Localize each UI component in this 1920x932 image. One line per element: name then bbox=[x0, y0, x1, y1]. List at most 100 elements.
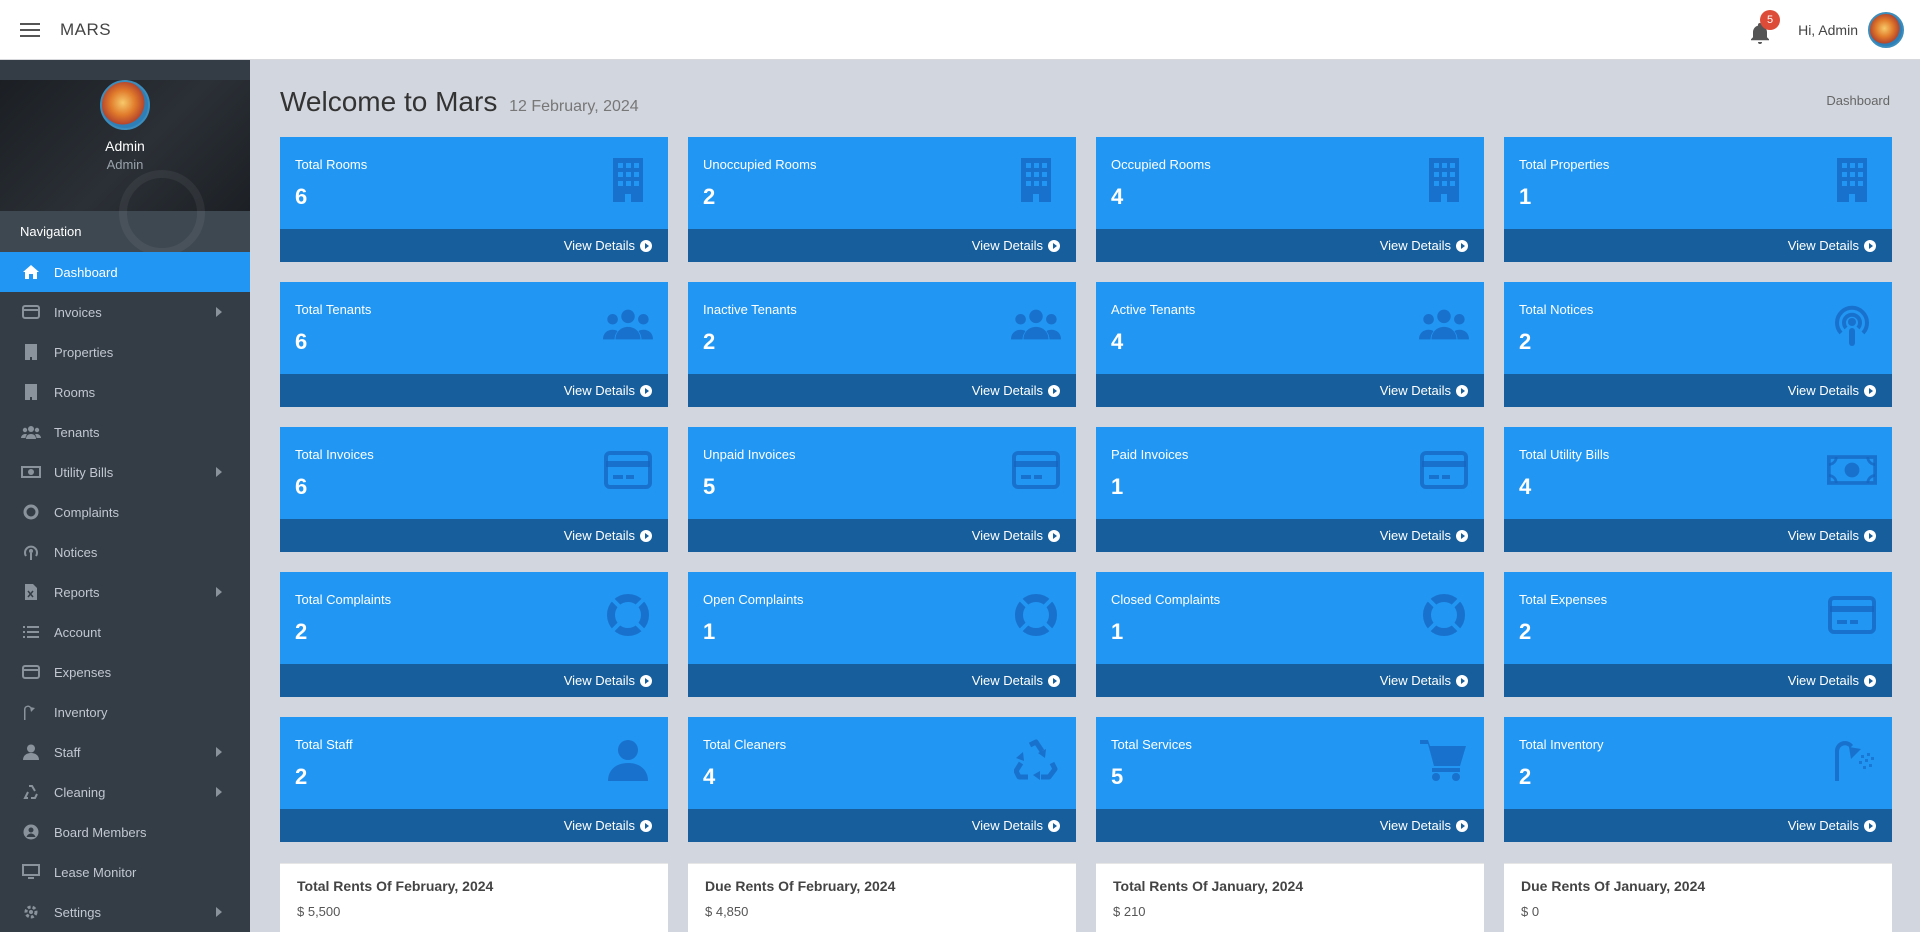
sidebar-item-expenses[interactable]: Expenses bbox=[0, 652, 250, 692]
view-details-link[interactable]: View Details bbox=[1096, 519, 1484, 552]
rent-title: Total Rents Of January, 2024 bbox=[1113, 878, 1304, 894]
notifications-bell-icon[interactable]: 5 bbox=[1748, 9, 1781, 44]
view-details-link[interactable]: View Details bbox=[688, 374, 1076, 407]
podcast-icon bbox=[20, 544, 42, 560]
sidebar-item-utility-bills[interactable]: Utility Bills bbox=[0, 452, 250, 492]
sidebar-item-settings[interactable]: Settings bbox=[0, 892, 250, 932]
rent-summary-card: Total Rents Of January, 2024 $ 210 bbox=[1096, 863, 1484, 932]
sidebar-item-dashboard[interactable]: Dashboard bbox=[0, 252, 250, 292]
view-details-link[interactable]: View Details bbox=[688, 809, 1076, 842]
building-icon bbox=[1827, 157, 1877, 203]
view-details-link[interactable]: View Details bbox=[688, 664, 1076, 697]
stat-label: Total Services bbox=[1111, 737, 1192, 752]
stat-value: 2 bbox=[1519, 329, 1532, 354]
sidebar-item-label: Properties bbox=[54, 344, 114, 360]
arrow-circle-right-icon bbox=[1864, 239, 1876, 252]
view-details-label: View Details bbox=[563, 238, 635, 253]
stat-label: Open Complaints bbox=[703, 592, 804, 607]
rent-amount: $ 210 bbox=[1113, 904, 1146, 919]
view-details-link[interactable]: View Details bbox=[1096, 809, 1484, 842]
stat-value: 5 bbox=[1111, 764, 1124, 789]
credit-card-icon bbox=[1419, 447, 1469, 493]
view-details-link[interactable]: View Details bbox=[280, 229, 668, 262]
sidebar-item-account[interactable]: Account bbox=[0, 612, 250, 652]
sidebar-item-staff[interactable]: Staff bbox=[0, 732, 250, 772]
user-panel: Admin Admin bbox=[0, 80, 250, 256]
credit-card-icon bbox=[1011, 447, 1061, 493]
sidebar-item-cleaning[interactable]: Cleaning bbox=[0, 772, 250, 812]
view-details-link[interactable]: View Details bbox=[1096, 664, 1484, 697]
view-details-label: View Details bbox=[1787, 383, 1859, 398]
sidebar-item-label: Dashboard bbox=[54, 264, 118, 280]
view-details-label: View Details bbox=[1379, 383, 1451, 398]
view-details-link[interactable]: View Details bbox=[1096, 229, 1484, 262]
sidebar-item-rooms[interactable]: Rooms bbox=[0, 372, 250, 412]
stats-grid: Total Rooms 6 View Details Unoccupied Rooms… bbox=[280, 137, 1892, 842]
stat-value: 4 bbox=[1519, 474, 1532, 499]
page-title: Welcome to Mars 12 February, 2024 bbox=[280, 86, 639, 118]
sidebar-nav-list: Dashboard Invoices Properties Rooms Tenants U… bbox=[0, 252, 250, 932]
money-icon bbox=[1827, 447, 1877, 493]
view-details-link[interactable]: View Details bbox=[280, 664, 668, 697]
stat-value: 6 bbox=[295, 329, 308, 354]
rent-summary-card: Due Rents Of February, 2024 $ 4,850 bbox=[688, 863, 1076, 932]
sidebar-item-inventory[interactable]: Inventory bbox=[0, 692, 250, 732]
breadcrumb[interactable]: Dashboard bbox=[1826, 93, 1890, 108]
sidebar-user-name: Admin bbox=[105, 138, 145, 154]
stat-value: 4 bbox=[1111, 329, 1124, 354]
view-details-link[interactable]: View Details bbox=[1504, 664, 1892, 697]
users-icon bbox=[20, 424, 42, 440]
sidebar-item-tenants[interactable]: Tenants bbox=[0, 412, 250, 452]
view-details-link[interactable]: View Details bbox=[280, 374, 668, 407]
sidebar-item-notices[interactable]: Notices bbox=[0, 532, 250, 572]
arrow-circle-right-icon bbox=[1456, 529, 1468, 542]
view-details-label: View Details bbox=[563, 818, 635, 833]
arrow-circle-right-icon bbox=[1048, 674, 1060, 687]
user-icon bbox=[603, 737, 653, 783]
rent-amount: $ 4,850 bbox=[705, 904, 749, 919]
cart-icon bbox=[1419, 737, 1469, 783]
stat-value: 1 bbox=[703, 619, 716, 644]
stat-label: Inactive Tenants bbox=[703, 302, 797, 317]
brand-logo[interactable]: MARS bbox=[60, 20, 111, 40]
rent-title: Total Rents Of February, 2024 bbox=[297, 878, 494, 894]
shower-icon bbox=[20, 704, 42, 720]
sidebar-item-complaints[interactable]: Complaints bbox=[0, 492, 250, 532]
sidebar-item-board-members[interactable]: Board Members bbox=[0, 812, 250, 852]
file-excel-icon bbox=[20, 584, 42, 600]
stat-label: Total Complaints bbox=[295, 592, 392, 607]
life-ring-icon bbox=[1011, 592, 1061, 638]
sidebar-item-properties[interactable]: Properties bbox=[0, 332, 250, 372]
sidebar-item-lease-monitor[interactable]: Lease Monitor bbox=[0, 852, 250, 892]
sidebar-item-label: Cleaning bbox=[54, 784, 106, 800]
arrow-circle-right-icon bbox=[1456, 819, 1468, 832]
sidebar-item-label: Complaints bbox=[54, 504, 120, 520]
list-icon bbox=[20, 624, 42, 640]
view-details-link[interactable]: View Details bbox=[280, 809, 668, 842]
view-details-link[interactable]: View Details bbox=[1504, 229, 1892, 262]
arrow-circle-right-icon bbox=[1864, 384, 1876, 397]
stat-card: Total Cleaners 4 View Details bbox=[688, 717, 1076, 842]
stat-value: 4 bbox=[703, 764, 716, 789]
stat-label: Total Notices bbox=[1519, 302, 1594, 317]
user-avatar[interactable] bbox=[1868, 11, 1904, 48]
user-greeting[interactable]: Hi, Admin bbox=[1798, 22, 1858, 38]
building-icon bbox=[20, 344, 42, 360]
view-details-link[interactable]: View Details bbox=[1504, 374, 1892, 407]
building-icon bbox=[1419, 157, 1469, 203]
sidebar-item-reports[interactable]: Reports bbox=[0, 572, 250, 612]
page-date: 12 February, 2024 bbox=[509, 98, 639, 115]
stat-card: Total Expenses 2 View Details bbox=[1504, 572, 1892, 697]
view-details-link[interactable]: View Details bbox=[1504, 519, 1892, 552]
sidebar-item-label: Tenants bbox=[54, 424, 100, 440]
menu-toggle-icon[interactable] bbox=[20, 22, 40, 37]
view-details-link[interactable]: View Details bbox=[688, 229, 1076, 262]
view-details-link[interactable]: View Details bbox=[280, 519, 668, 552]
view-details-link[interactable]: View Details bbox=[1096, 374, 1484, 407]
sidebar-item-invoices[interactable]: Invoices bbox=[0, 292, 250, 332]
view-details-link[interactable]: View Details bbox=[688, 519, 1076, 552]
stat-value: 4 bbox=[1111, 184, 1124, 209]
credit-card-icon bbox=[20, 664, 42, 680]
view-details-link[interactable]: View Details bbox=[1504, 809, 1892, 842]
building-icon bbox=[20, 384, 42, 400]
